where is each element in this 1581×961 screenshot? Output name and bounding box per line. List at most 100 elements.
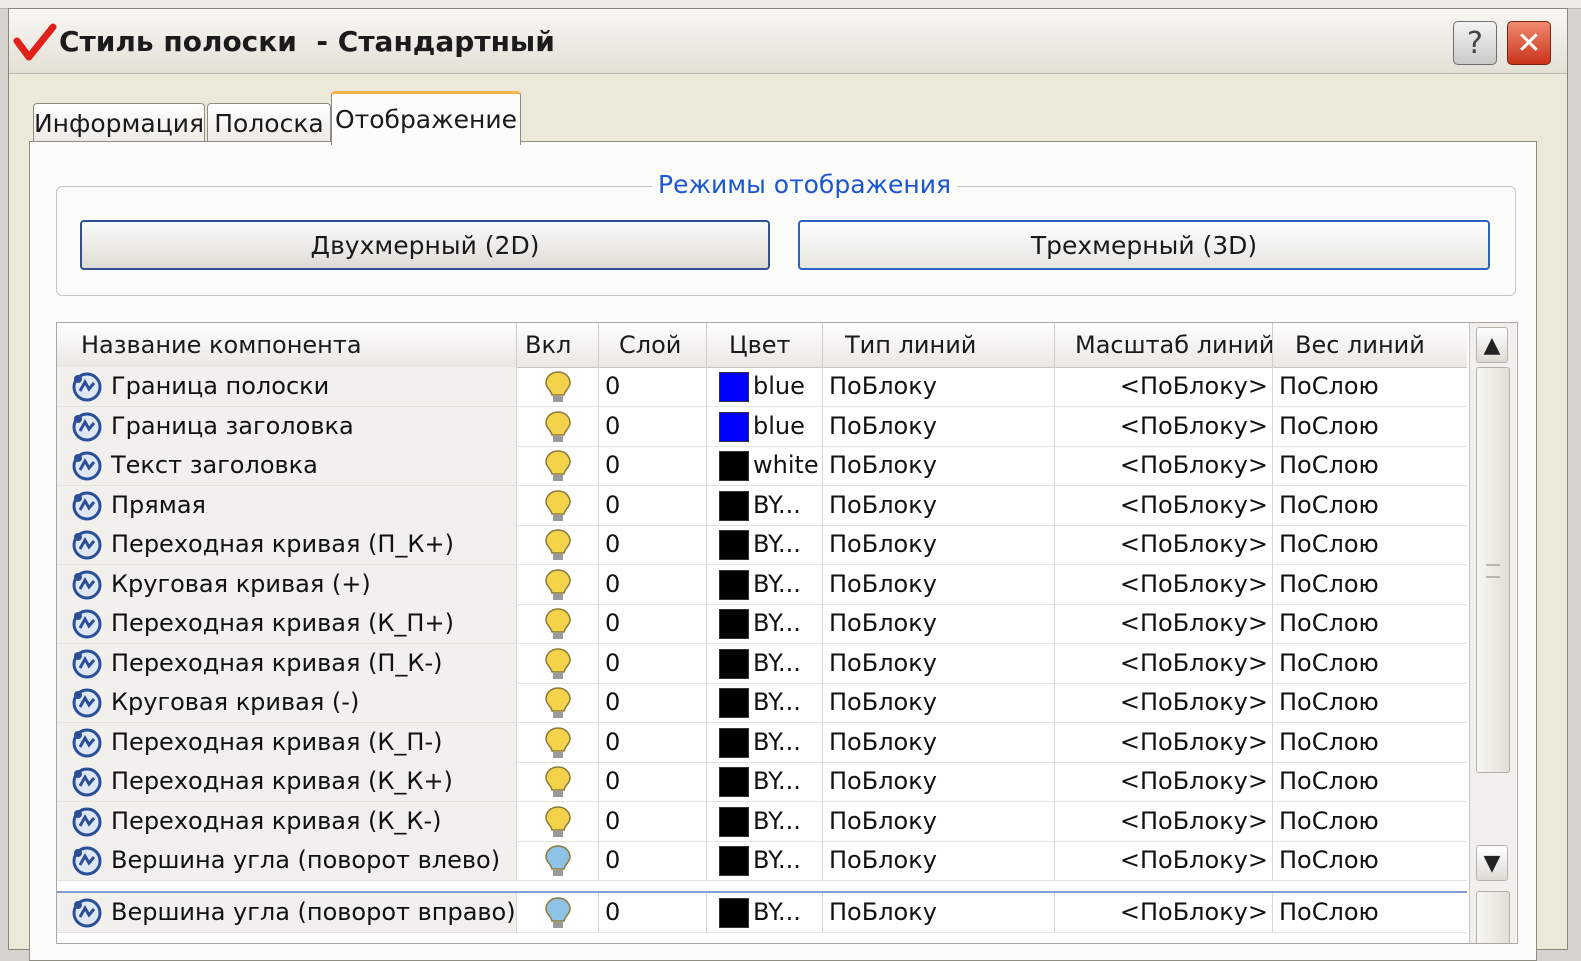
color-cell[interactable]: BY...: [707, 762, 823, 801]
component-name-cell[interactable]: Переходная кривая (К_К-): [57, 801, 517, 841]
layer-cell[interactable]: 0: [599, 762, 707, 801]
lightbulb-icon[interactable]: [543, 805, 573, 839]
column-header-layer[interactable]: Слой: [599, 323, 707, 367]
layer-cell[interactable]: 0: [599, 485, 707, 525]
color-cell[interactable]: BY...: [707, 643, 823, 683]
linescale-cell[interactable]: <ПоБлоку>: [1055, 485, 1273, 525]
linescale-cell[interactable]: <ПоБлоку>: [1055, 683, 1273, 722]
column-header-on[interactable]: Вкл: [517, 323, 599, 367]
linescale-cell[interactable]: <ПоБлоку>: [1055, 841, 1273, 880]
scroll-down-arrow-icon[interactable]: ▼: [1476, 845, 1508, 881]
layer-cell[interactable]: 0: [599, 683, 707, 722]
table-row[interactable]: Граница заголовка 0 blue ПоБлоку <ПоБлоку> По…: [57, 406, 1467, 447]
component-name-cell[interactable]: Вершина угла (поворот влево): [57, 841, 517, 880]
linescale-cell[interactable]: <ПоБлоку>: [1055, 801, 1273, 841]
color-cell[interactable]: BY...: [707, 525, 823, 564]
linetype-cell[interactable]: ПоБлоку: [823, 801, 1055, 841]
linescale-cell[interactable]: <ПоБлоку>: [1055, 643, 1273, 683]
linetype-cell[interactable]: ПоБлоку: [823, 367, 1055, 406]
lightbulb-icon[interactable]: [543, 449, 573, 483]
component-name-cell[interactable]: Прямая: [57, 485, 517, 525]
linescale-cell[interactable]: <ПоБлоку>: [1055, 564, 1273, 604]
table-row[interactable]: Переходная кривая (К_К+) 0 BY... ПоБлоку <По…: [57, 762, 1467, 802]
scroll-up-arrow-icon[interactable]: ▲: [1476, 327, 1508, 363]
layer-cell[interactable]: 0: [599, 564, 707, 604]
table-row[interactable]: Круговая кривая (+) 0 BY... ПоБлоку <ПоБлоку…: [57, 564, 1467, 605]
visibility-cell[interactable]: [517, 722, 599, 762]
close-button[interactable]: ✕: [1507, 21, 1551, 65]
component-name-cell[interactable]: Переходная кривая (П_К-): [57, 643, 517, 683]
color-cell[interactable]: BY...: [707, 604, 823, 643]
scroll-thumb-lower[interactable]: [1476, 891, 1510, 943]
visibility-cell[interactable]: [517, 643, 599, 683]
color-cell[interactable]: BY...: [707, 892, 823, 932]
lightbulb-icon[interactable]: [543, 844, 573, 878]
linescale-cell[interactable]: <ПоБлоку>: [1055, 722, 1273, 762]
component-name-cell[interactable]: Переходная кривая (К_К+): [57, 762, 517, 801]
lightbulb-icon[interactable]: [543, 370, 573, 404]
mode-3d-button[interactable]: Трехмерный (3D): [798, 220, 1490, 270]
color-cell[interactable]: BY...: [707, 841, 823, 880]
table-row[interactable]: Переходная кривая (К_П+) 0 BY... ПоБлоку <По…: [57, 604, 1467, 644]
visibility-cell[interactable]: [517, 683, 599, 722]
lineweight-cell[interactable]: ПоСлою: [1273, 486, 1467, 525]
color-cell[interactable]: BY...: [707, 722, 823, 762]
visibility-cell[interactable]: [517, 525, 599, 564]
layer-cell[interactable]: 0: [599, 801, 707, 841]
lightbulb-icon[interactable]: [543, 568, 573, 602]
linescale-cell[interactable]: <ПоБлоку>: [1055, 762, 1273, 801]
tab-information[interactable]: Информация: [33, 103, 205, 143]
linetype-cell[interactable]: ПоБлоку: [823, 604, 1055, 643]
visibility-cell[interactable]: [517, 892, 599, 932]
vertical-scrollbar[interactable]: ▲ ▼: [1469, 323, 1516, 943]
lineweight-cell[interactable]: ПоСлою: [1273, 723, 1467, 762]
linescale-cell[interactable]: <ПоБлоку>: [1055, 604, 1273, 643]
linetype-cell[interactable]: ПоБлоку: [823, 564, 1055, 604]
layer-cell[interactable]: 0: [599, 722, 707, 762]
lineweight-cell[interactable]: ПоСлою: [1273, 644, 1467, 683]
lightbulb-icon[interactable]: [543, 765, 573, 799]
table-row[interactable]: Текст заголовка 0 white ПоБлоку <ПоБлоку> ПоС…: [57, 446, 1467, 486]
table-row[interactable]: Вершина угла (поворот вправо) 0 BY... ПоБло…: [57, 890, 1467, 933]
lineweight-cell[interactable]: ПоСлою: [1273, 525, 1467, 564]
linetype-cell[interactable]: ПоБлоку: [823, 841, 1055, 880]
lineweight-cell[interactable]: ПоСлою: [1273, 893, 1467, 932]
component-name-cell[interactable]: Вершина угла (поворот вправо): [57, 892, 517, 932]
linetype-cell[interactable]: ПоБлоку: [823, 683, 1055, 722]
lightbulb-icon[interactable]: [543, 686, 573, 720]
color-cell[interactable]: BY...: [707, 683, 823, 722]
table-row[interactable]: Граница полоски 0 blue ПоБлоку <ПоБлоку> ПоСл…: [57, 367, 1467, 407]
scroll-thumb[interactable]: [1476, 367, 1510, 773]
component-name-cell[interactable]: Граница полоски: [57, 367, 517, 406]
component-name-cell[interactable]: Граница заголовка: [57, 406, 517, 446]
linescale-cell[interactable]: <ПоБлоку>: [1055, 406, 1273, 446]
component-name-cell[interactable]: Круговая кривая (-): [57, 683, 517, 722]
lineweight-cell[interactable]: ПоСлою: [1273, 841, 1467, 880]
lineweight-cell[interactable]: ПоСлою: [1273, 604, 1467, 643]
component-name-cell[interactable]: Текст заголовка: [57, 446, 517, 485]
layer-cell[interactable]: 0: [599, 892, 707, 932]
linetype-cell[interactable]: ПоБлоку: [823, 722, 1055, 762]
table-row[interactable]: Вершина угла (поворот влево) 0 BY... ПоБлок…: [57, 841, 1467, 881]
color-cell[interactable]: white: [707, 446, 823, 485]
visibility-cell[interactable]: [517, 841, 599, 880]
visibility-cell[interactable]: [517, 406, 599, 446]
mode-2d-button[interactable]: Двухмерный (2D): [80, 220, 770, 270]
linetype-cell[interactable]: ПоБлоку: [823, 525, 1055, 564]
lightbulb-icon[interactable]: [543, 896, 573, 930]
column-header-lineweight[interactable]: Вес линий: [1273, 323, 1467, 367]
table-row[interactable]: Переходная кривая (П_К-) 0 BY... ПоБлоку <По…: [57, 643, 1467, 684]
linescale-cell[interactable]: <ПоБлоку>: [1055, 367, 1273, 406]
column-header-color[interactable]: Цвет: [707, 323, 823, 367]
linetype-cell[interactable]: ПоБлоку: [823, 446, 1055, 485]
linetype-cell[interactable]: ПоБлоку: [823, 892, 1055, 932]
lineweight-cell[interactable]: ПоСлою: [1273, 565, 1467, 604]
lineweight-cell[interactable]: ПоСлою: [1273, 367, 1467, 406]
layer-cell[interactable]: 0: [599, 525, 707, 564]
column-header-name[interactable]: Название компонента: [57, 323, 517, 367]
linetype-cell[interactable]: ПоБлоку: [823, 643, 1055, 683]
table-row[interactable]: Переходная кривая (П_К+) 0 BY... ПоБлоку <По…: [57, 525, 1467, 565]
layer-cell[interactable]: 0: [599, 841, 707, 880]
color-cell[interactable]: blue: [707, 406, 823, 446]
component-name-cell[interactable]: Переходная кривая (К_П+): [57, 604, 517, 643]
